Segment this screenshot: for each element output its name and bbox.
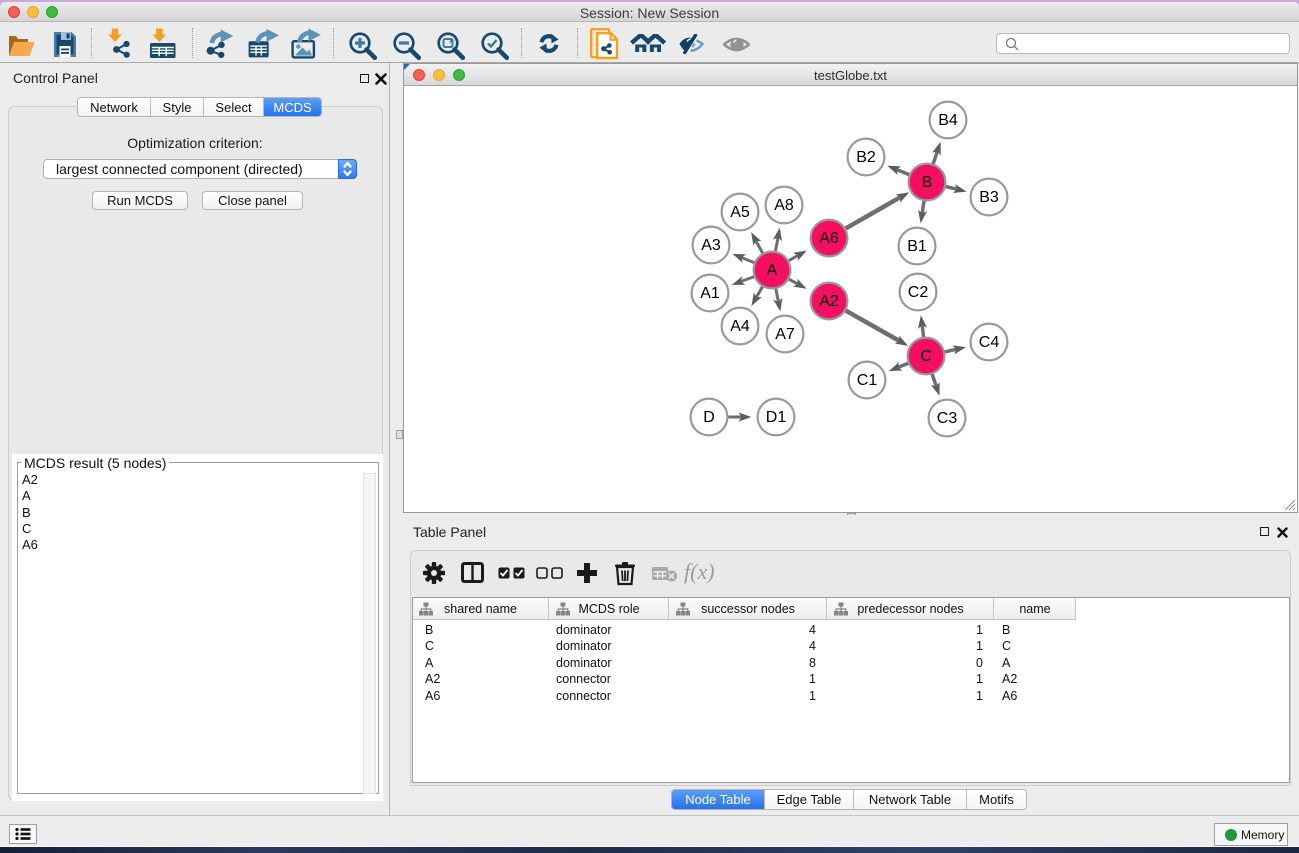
svg-text:C2: C2 [908, 284, 929, 301]
svg-text:B1: B1 [907, 238, 927, 255]
svg-text:A8: A8 [774, 197, 794, 214]
svg-text:A: A [767, 262, 778, 279]
svg-text:B: B [922, 174, 933, 191]
svg-text:A5: A5 [730, 204, 750, 221]
svg-text:C: C [920, 348, 932, 365]
svg-text:A1: A1 [700, 285, 720, 302]
svg-text:B3: B3 [979, 189, 999, 206]
svg-text:C3: C3 [937, 410, 958, 427]
svg-text:A2: A2 [819, 293, 839, 310]
svg-text:A4: A4 [730, 318, 750, 335]
svg-text:C4: C4 [979, 334, 1000, 351]
svg-text:B2: B2 [856, 149, 876, 166]
svg-text:D: D [703, 409, 715, 426]
svg-text:A7: A7 [775, 326, 795, 343]
svg-text:C1: C1 [857, 372, 878, 389]
svg-text:A3: A3 [701, 237, 721, 254]
svg-text:D1: D1 [766, 409, 787, 426]
svg-text:B4: B4 [938, 112, 958, 129]
svg-text:A6: A6 [819, 230, 839, 247]
